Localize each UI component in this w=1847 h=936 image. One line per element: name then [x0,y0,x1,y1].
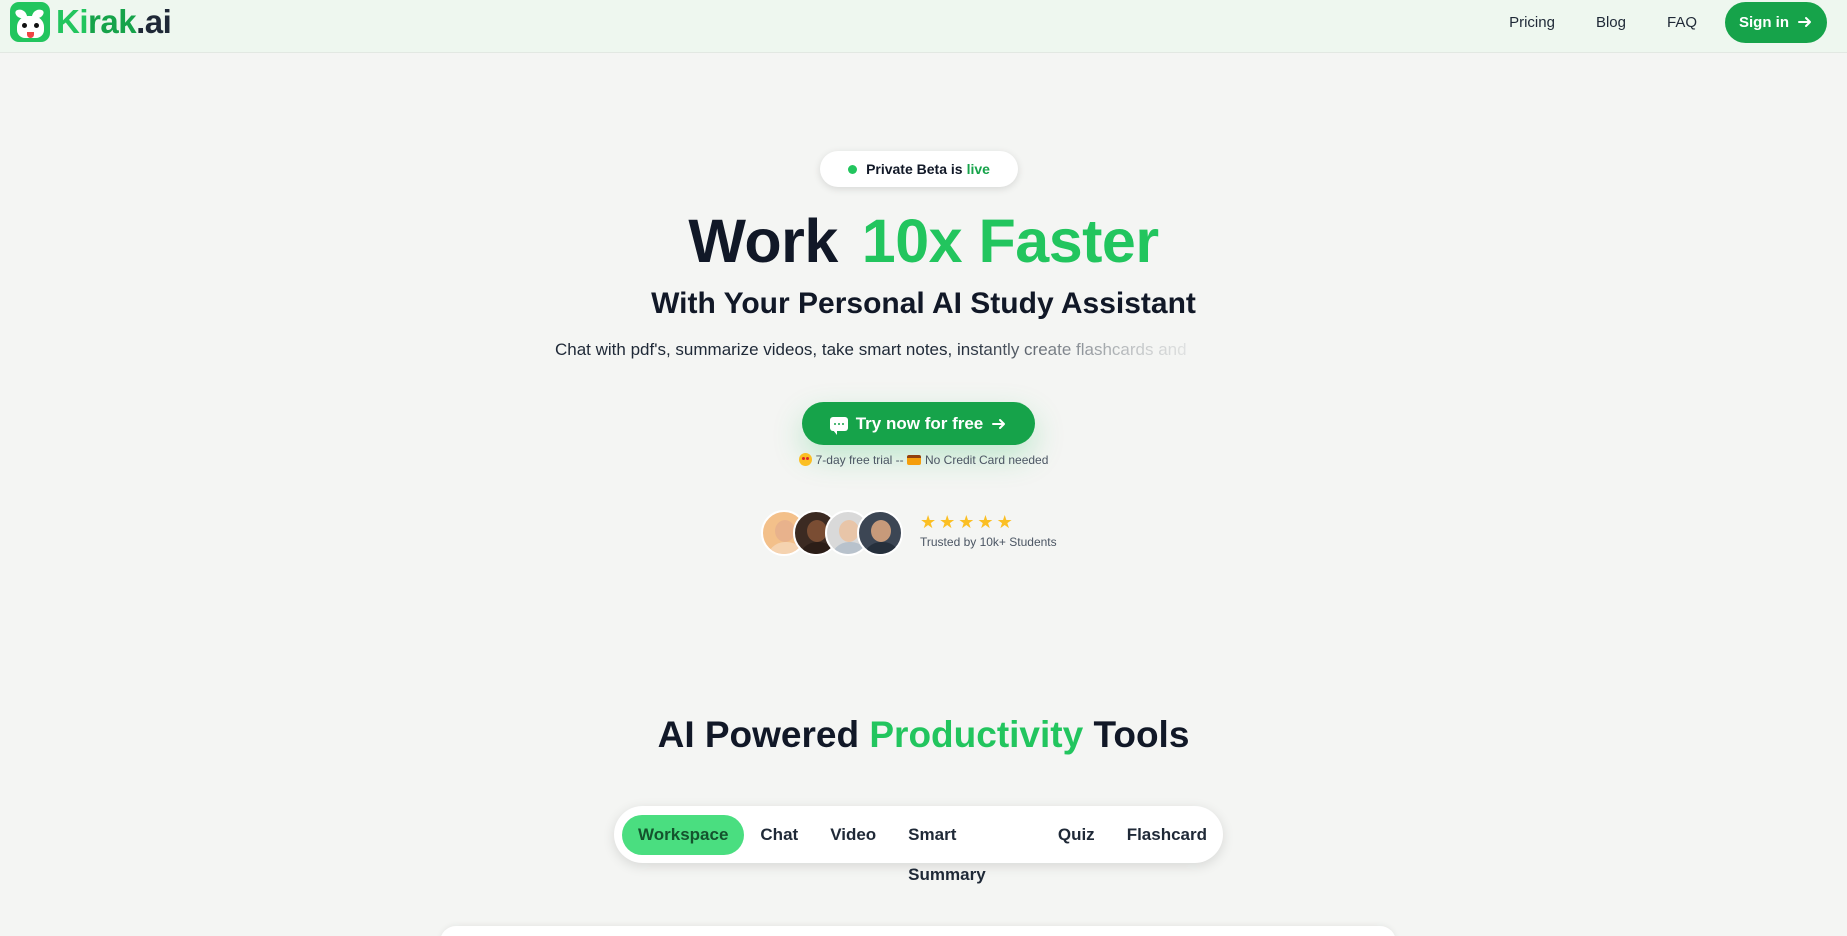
star-struck-emoji-icon [798,453,812,466]
tools-section-title: AI Powered Productivity Tools [0,714,1847,756]
arrow-right-icon [992,418,1006,429]
star-icon: ★ [958,512,975,532]
star-icon: ★ [939,512,956,532]
tools-title-highlight: Productivity [869,714,1084,755]
sign-in-button[interactable]: Sign in [1725,1,1827,43]
star-icon: ★ [977,512,994,532]
badge-text: Private Beta is [866,161,963,177]
try-now-button[interactable]: Try now for free [802,402,1035,445]
hero-title: Work 10x Faster [0,206,1847,276]
nav-link-pricing[interactable]: Pricing [1509,14,1555,31]
badge-highlight: live [966,161,990,177]
rating-stars: ★ ★ ★ ★ ★ [920,513,1013,531]
star-icon: ★ [996,512,1013,532]
brand-logo[interactable]: Kirak.ai [10,2,172,42]
nav-link-faq[interactable]: FAQ [1667,14,1697,31]
tab-flashcard[interactable]: Flashcard [1111,815,1223,855]
tab-smart-summary[interactable]: Smart Summary [892,815,1042,884]
live-status-dot-icon [848,164,858,174]
top-navigation-bar: Kirak.ai Pricing Blog FAQ Sign in [0,0,1847,53]
tab-workspace[interactable]: Workspace [622,814,745,855]
avatar [857,510,903,556]
star-icon: ★ [920,512,937,532]
brand-name: Kirak.ai [56,3,172,40]
hero-title-dark: Work [688,207,838,275]
tools-title-post: Tools [1093,714,1190,755]
tool-preview-panel [440,926,1396,936]
tab-quiz[interactable]: Quiz [1042,815,1111,855]
tools-tab-bar: Workspace Chat Video Smart Summary Quiz … [614,806,1223,884]
trial-note-part2: No Credit Card needed [924,453,1049,467]
nav-link-blog[interactable]: Blog [1596,14,1626,31]
credit-card-emoji-icon [906,455,921,465]
trusted-by-text: Trusted by 10k+ Students [920,535,1057,549]
student-avatars [761,510,903,556]
private-beta-badge: Private Beta is live [820,151,1018,187]
trial-note-part1: 7-day free trial -- [815,453,904,467]
try-now-label: Try now for free [855,413,984,433]
chat-icon [829,416,848,435]
tab-chat[interactable]: Chat [744,815,814,855]
trial-note: 7-day free trial -- No Credit Card neede… [0,453,1847,467]
mascot-logo-icon [10,2,50,42]
sign-in-label: Sign in [1739,13,1789,31]
hero-subtitle: With Your Personal AI Study Assistant [651,287,1196,320]
tab-video[interactable]: Video [814,815,892,855]
arrow-right-icon [1798,17,1811,27]
hero-title-green: 10x Faster [861,207,1159,275]
hero-description: Chat with pdf's, summarize videos, take … [555,340,1187,359]
main-nav: Pricing Blog FAQ Sign in [1509,0,1827,44]
tools-title-pre: AI Powered [657,714,860,755]
